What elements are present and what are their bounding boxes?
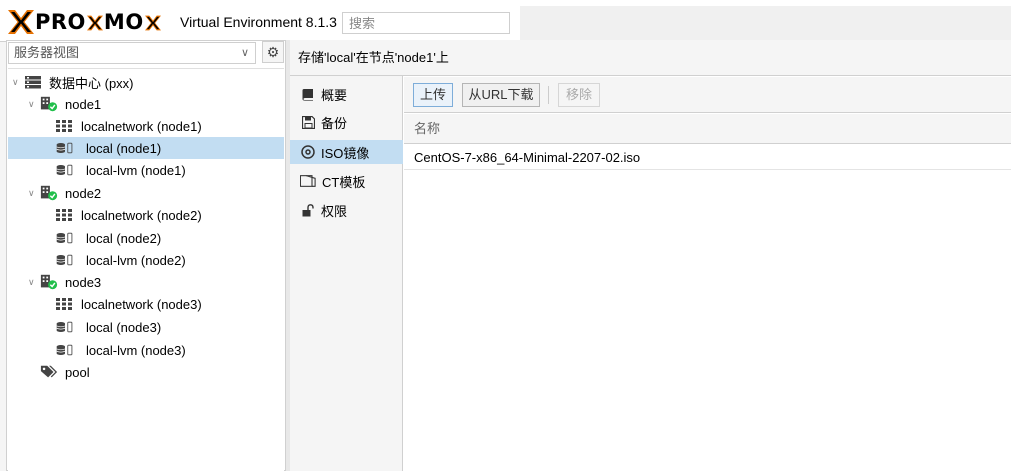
tree-item-label: local-lvm (node3) (86, 342, 186, 358)
nav-backup[interactable]: 备份 (290, 110, 403, 134)
chevron-down-icon[interactable]: ∨ (12, 77, 22, 88)
proxmox-x-icon (8, 10, 34, 34)
page-title: 存储'local'在节点'node1'上 (290, 40, 1011, 76)
book-icon (300, 86, 316, 102)
storage-icon (56, 319, 74, 335)
chevron-down-icon[interactable]: ∨ (28, 99, 38, 110)
nav-permissions[interactable]: 权限 (290, 198, 403, 222)
top-bar-right-area (520, 6, 1011, 41)
chevron-down-icon[interactable]: ∨ (28, 188, 38, 199)
tree-item-localnetwork-node1[interactable]: localnetwork (node1) (8, 115, 284, 137)
tree-item-localnetwork-node2[interactable]: localnetwork (node2) (8, 204, 284, 226)
tree-item-label: node1 (65, 96, 102, 112)
tree-item-local-node3[interactable]: local (node3) (8, 316, 284, 338)
table-row[interactable]: CentOS-7-x86_64-Minimal-2207-02.iso (404, 145, 1011, 170)
tree-item-pool[interactable]: pool (8, 361, 284, 383)
tree-item-label: pool (65, 364, 90, 380)
tree-item-label: local (node3) (86, 319, 162, 335)
tree-item-localnetwork-node3[interactable]: localnetwork (node3) (8, 293, 284, 315)
nav-iso-images[interactable]: ISO镜像 (290, 140, 403, 164)
unlock-icon (300, 202, 316, 218)
network-grid-icon (56, 296, 74, 312)
network-grid-icon (56, 207, 74, 223)
version-label: Virtual Environment 8.1.3 (180, 14, 337, 30)
tree-item-datacenter[interactable]: ∨ 数据中心 (pxx) (8, 71, 284, 93)
storage-icon (56, 140, 74, 156)
node-online-icon (40, 185, 58, 201)
logo-x-mid-icon (86, 12, 103, 31)
tree-item-label: local (node2) (86, 230, 162, 246)
tree-item-local-lvm-node1[interactable]: local-lvm (node1) (8, 159, 284, 181)
nav-ct-templates[interactable]: CT模板 (290, 169, 403, 193)
tree-settings-button[interactable]: ⚙ (262, 41, 284, 63)
tree-item-local-lvm-node3[interactable]: local-lvm (node3) (8, 339, 284, 361)
tree-item-local-node2[interactable]: local (node2) (8, 227, 284, 249)
nav-label: ISO镜像 (321, 145, 370, 161)
storage-icon (56, 252, 74, 268)
tree-item-node2[interactable]: ∨ node2 (8, 182, 284, 204)
tree-item-label: local-lvm (node1) (86, 162, 186, 178)
nav-label: 权限 (321, 203, 348, 219)
proxmox-logo[interactable]: PRO MO (8, 10, 161, 34)
chevron-down-icon: ∨ (240, 47, 249, 59)
tree-item-local-node1[interactable]: local (node1) (8, 137, 284, 159)
upload-button[interactable]: 上传 (413, 83, 453, 107)
tree-item-label: localnetwork (node1) (81, 118, 202, 134)
disc-icon (300, 144, 316, 160)
nav-label: CT模板 (322, 174, 366, 190)
tree-item-label: local (node1) (86, 140, 162, 156)
tree-item-label: node3 (65, 274, 102, 290)
nav-summary[interactable]: 概要 (290, 82, 403, 106)
storage-icon (56, 162, 74, 178)
datacenter-icon (24, 74, 42, 90)
floppy-icon (300, 114, 316, 130)
search-input[interactable] (342, 12, 510, 34)
gear-icon: ⚙ (266, 43, 280, 60)
view-select-value: 服务器视图 (14, 45, 80, 60)
tree-item-node1[interactable]: ∨ node1 (8, 93, 284, 115)
logo-wordmark: PRO MO (35, 10, 161, 34)
tree-item-label: local-lvm (node2) (86, 252, 186, 268)
storage-subnav (290, 76, 403, 471)
tags-icon (40, 364, 58, 380)
view-select[interactable]: 服务器视图 ∨ (8, 42, 256, 64)
nav-label: 概要 (321, 87, 348, 103)
tree-item-label: node2 (65, 185, 102, 201)
toolbar-separator (548, 86, 549, 104)
column-header-name[interactable]: 名称 (404, 114, 1011, 144)
network-grid-icon (56, 118, 74, 134)
node-online-icon (40, 96, 58, 112)
node-online-icon (40, 274, 58, 290)
tree-item-label: localnetwork (node3) (81, 296, 202, 312)
top-bar: PRO MO Virtual Environment 8.1.3 (0, 0, 1011, 42)
logo-x-end-icon (144, 12, 161, 31)
download-from-url-button[interactable]: 从URL下载 (462, 83, 540, 107)
container-icon (300, 173, 316, 189)
tree-item-local-lvm-node2[interactable]: local-lvm (node2) (8, 249, 284, 271)
storage-icon (56, 230, 74, 246)
tree-item-label: localnetwork (node2) (81, 207, 202, 223)
tree-item-node3[interactable]: ∨ node3 (8, 271, 284, 293)
chevron-down-icon[interactable]: ∨ (28, 277, 38, 288)
tree-item-label: 数据中心 (pxx) (49, 75, 134, 91)
storage-icon (56, 342, 74, 358)
remove-button[interactable]: 移除 (558, 83, 600, 107)
nav-label: 备份 (321, 115, 348, 131)
